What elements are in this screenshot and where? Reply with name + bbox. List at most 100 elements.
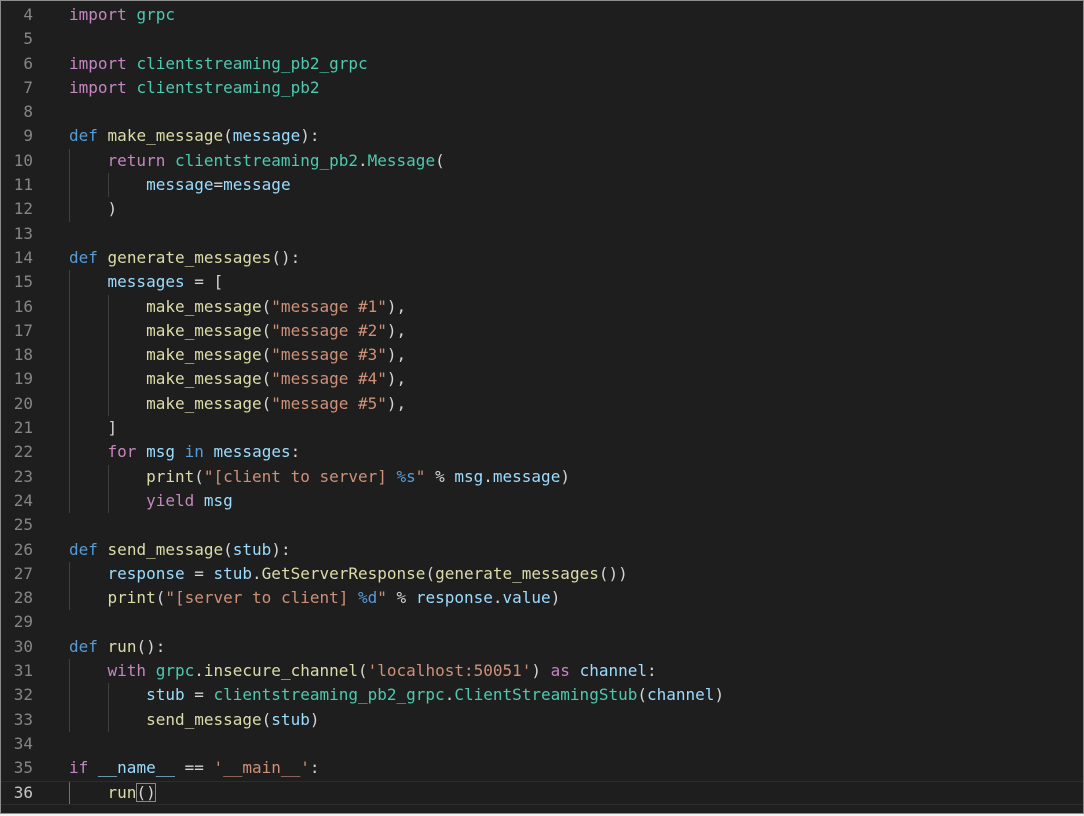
code-line[interactable]: 7 import clientstreaming_pb2 — [1, 76, 1083, 100]
code-line[interactable]: 34 — [1, 732, 1083, 756]
code-line[interactable]: 19 make_message("message #4"), — [1, 367, 1083, 392]
code-token: ( — [637, 685, 647, 705]
code-token: channel — [647, 685, 715, 705]
line-number: 7 — [23, 77, 33, 97]
code-token: "message #4" — [271, 369, 387, 389]
code-line[interactable]: 27 response = stub.GetServerResponse(gen… — [1, 561, 1083, 587]
code-token: ( — [155, 588, 166, 608]
code-token: ( — [261, 320, 272, 340]
code-token: = — [184, 563, 214, 583]
code-line[interactable]: 11 message=message — [1, 173, 1083, 198]
code-token: stub — [213, 563, 253, 583]
code-line[interactable]: 28 print("[server to client] %d" % respo… — [1, 586, 1083, 611]
code-token: print — [107, 588, 156, 608]
code-token: send_message — [107, 539, 224, 559]
code-token: run — [107, 782, 137, 802]
code-token: response — [415, 588, 493, 608]
code-token: make_message — [146, 320, 262, 340]
code-token: ( — [425, 563, 436, 583]
code-line[interactable]: 8 — [1, 100, 1083, 124]
code-line[interactable]: 9 def make_message(message): — [1, 124, 1083, 148]
code-line[interactable]: 15 messages = [ — [1, 270, 1083, 295]
code-token: ), — [386, 345, 407, 365]
code-line[interactable]: 20 make_message("message #5"), — [1, 391, 1083, 417]
code-token: clientstreaming_pb2_grpc — [213, 685, 445, 705]
code-line[interactable]: 24 yield msg — [1, 488, 1083, 514]
code-token: ( — [261, 345, 272, 365]
code-line[interactable]: 4 import grpc — [1, 3, 1083, 27]
code-token: ) — [714, 685, 725, 705]
code-token: ) — [550, 588, 561, 608]
code-line[interactable]: 18 make_message("message #3"), — [1, 343, 1083, 368]
code-token: (): — [271, 247, 301, 267]
code-token: run — [107, 636, 137, 656]
code-token: == — [174, 758, 214, 778]
code-token: ( — [261, 709, 272, 729]
code-token: GetServerResponse — [261, 563, 426, 583]
code-text: with grpc.insecure_channel('localhost:50… — [69, 659, 657, 683]
code-token: message — [223, 175, 291, 195]
code-token: make_message — [107, 126, 224, 146]
code-line[interactable]: 21 ] — [1, 416, 1083, 441]
code-text: ] — [69, 416, 118, 440]
code-line[interactable]: 25 — [1, 513, 1083, 537]
code-token: send_message — [146, 709, 262, 729]
code-token: clientstreaming_pb2_grpc — [136, 53, 368, 73]
code-line[interactable]: 14 def generate_messages(): — [1, 246, 1083, 270]
code-line[interactable]: 5 — [1, 27, 1083, 51]
code-token: " — [377, 588, 387, 608]
line-number: 27 — [13, 563, 33, 583]
code-token: make_message — [146, 369, 262, 389]
code-token: ( — [223, 539, 233, 559]
code-token: . — [194, 661, 204, 681]
code-line[interactable]: 10 return clientstreaming_pb2.Message( — [1, 148, 1083, 174]
code-line[interactable]: 12 ) — [1, 197, 1083, 222]
code-text: if __name__ == '__main__': — [69, 756, 319, 780]
code-editor[interactable]: 4 import grpc 5 6 import clientstreaming_pb2… — [1, 3, 1083, 813]
code-token: "message #5" — [271, 393, 387, 413]
code-token: as — [550, 661, 570, 681]
line-number: 13 — [13, 223, 33, 243]
code-text: return clientstreaming_pb2.Message( — [69, 149, 445, 173]
code-line[interactable]: 17 make_message("message #2"), — [1, 318, 1083, 344]
code-line[interactable]: 26 def send_message(stub): — [1, 538, 1083, 562]
code-line[interactable]: 33 send_message(stub) — [1, 707, 1083, 732]
code-token: message — [232, 126, 301, 146]
code-line[interactable]: 23 print("[client to server] %s" % msg.m… — [1, 464, 1083, 489]
code-token: stub — [232, 539, 272, 559]
code-line[interactable]: 13 — [1, 222, 1083, 246]
code-text: import clientstreaming_pb2_grpc — [69, 52, 368, 76]
code-text: make_message("message #5"), — [69, 392, 406, 416]
code-token: . — [483, 466, 493, 486]
code-token: make_message — [146, 296, 262, 316]
code-line[interactable]: 22 for msg in messages: — [1, 440, 1083, 465]
code-text: response = stub.GetServerResponse(genera… — [69, 562, 628, 586]
code-line[interactable]: 30 def run(): — [1, 635, 1083, 659]
code-token: clientstreaming_pb2 — [174, 150, 358, 170]
code-token: "[server to client] — [165, 588, 358, 608]
code-line[interactable]: 29 — [1, 610, 1083, 634]
code-token: . — [252, 563, 262, 583]
code-token: make_message — [146, 393, 262, 413]
code-line-current[interactable]: 36 run() — [1, 780, 1083, 805]
code-token: import — [69, 5, 127, 24]
code-token: msg — [203, 490, 233, 510]
code-line[interactable]: 35 if __name__ == '__main__': — [1, 756, 1083, 780]
code-line[interactable]: 32 stub = clientstreaming_pb2_grpc.Clien… — [1, 683, 1083, 708]
code-line[interactable]: 6 import clientstreaming_pb2_grpc — [1, 52, 1083, 76]
code-line[interactable]: 31 with grpc.insecure_channel('localhost… — [1, 659, 1083, 684]
code-text: make_message("message #1"), — [69, 295, 406, 319]
code-token: = — [213, 175, 224, 195]
code-text: print("[server to client] %d" % response… — [69, 586, 561, 610]
code-line[interactable]: 16 make_message("message #1"), — [1, 294, 1083, 319]
